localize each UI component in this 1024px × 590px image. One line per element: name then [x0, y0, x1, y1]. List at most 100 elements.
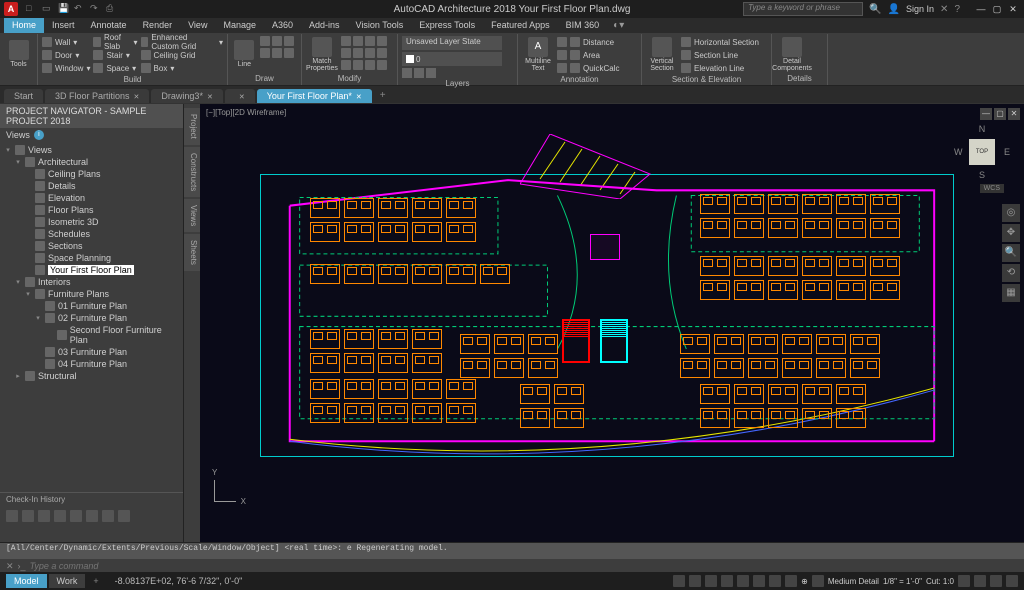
cut-plane[interactable]: Cut: 1:0 — [926, 577, 954, 586]
showmotion-icon[interactable]: ▦ — [1002, 284, 1020, 302]
match-properties-button[interactable]: Match Properties — [306, 36, 338, 72]
space-button[interactable]: Space ▾ — [93, 62, 137, 74]
steering-wheel-icon[interactable]: ◎ — [1002, 204, 1020, 222]
compass-w[interactable]: W — [954, 147, 963, 157]
nav-icon4[interactable] — [54, 510, 66, 522]
table-icon[interactable] — [557, 62, 567, 74]
layout-add-icon[interactable]: + — [87, 574, 104, 588]
fillet-icon[interactable] — [365, 48, 375, 58]
new-tab-icon[interactable]: + — [374, 88, 392, 103]
ellipse-icon[interactable] — [272, 48, 282, 58]
ceilinggrid-button[interactable]: Ceiling Grid — [141, 49, 223, 61]
tree-item[interactable]: 03 Furniture Plan — [4, 346, 179, 358]
gear-icon[interactable] — [958, 575, 970, 587]
erase-icon[interactable] — [377, 36, 387, 46]
ribbon-tab-visiontools[interactable]: Vision Tools — [348, 18, 412, 33]
tree-item[interactable]: ▾Furniture Plans — [4, 288, 179, 300]
pan-icon[interactable]: ✥ — [1002, 224, 1020, 242]
checkin-label[interactable]: Check-In History — [0, 493, 183, 506]
viewcube-face[interactable]: TOP — [969, 139, 995, 165]
file-tab-start[interactable]: Start — [4, 89, 43, 103]
roofslab-button[interactable]: Roof Slab ▾ — [93, 36, 137, 48]
tree-item[interactable]: ▾Architectural — [4, 156, 179, 168]
qat-undo-icon[interactable]: ↶ — [74, 3, 86, 15]
trim-icon[interactable] — [365, 36, 375, 46]
layer-icon1[interactable] — [402, 68, 412, 78]
close-icon[interactable]: ✕ — [207, 94, 213, 101]
anno-scale[interactable]: 1/8" = 1'-0" — [883, 577, 922, 586]
file-tab-2[interactable]: Drawing3*✕ — [151, 89, 222, 103]
help-search-input[interactable]: Type a keyword or phrase — [743, 2, 863, 16]
layer-dropdown[interactable]: 0 — [402, 52, 502, 66]
tree-item[interactable]: Sections — [4, 240, 179, 252]
side-tab-constructs[interactable]: Constructs — [184, 147, 200, 197]
wall-button[interactable]: Wall ▾ — [42, 36, 90, 48]
polyline-icon[interactable] — [260, 36, 270, 46]
array-icon[interactable] — [365, 60, 375, 70]
qat-save-icon[interactable]: 💾 — [58, 3, 70, 15]
stretch-icon[interactable] — [341, 60, 351, 70]
tree-item[interactable]: Second Floor Furniture Plan — [4, 324, 179, 346]
wcs-label[interactable]: WCS — [980, 184, 1004, 193]
lwt-icon[interactable] — [769, 575, 781, 587]
app-logo[interactable]: A — [4, 2, 18, 16]
copy-icon[interactable] — [341, 48, 351, 58]
hatch-icon[interactable] — [284, 48, 294, 58]
side-tab-views[interactable]: Views — [184, 199, 200, 232]
vp-minimize-icon[interactable]: — — [980, 108, 992, 120]
file-tab-active[interactable]: Your First Floor Plan*✕ — [257, 89, 372, 103]
tree-item[interactable]: Elevation — [4, 192, 179, 204]
compass-n[interactable]: N — [979, 124, 986, 134]
box-button[interactable]: Box ▾ — [141, 62, 223, 74]
ribbon-tab-home[interactable]: Home — [4, 18, 44, 33]
nav-icon1[interactable] — [6, 510, 18, 522]
compass-e[interactable]: E — [1004, 147, 1010, 157]
tools-button[interactable]: Tools — [4, 36, 33, 72]
qat-new-icon[interactable]: □ — [26, 3, 38, 15]
explode-icon[interactable] — [377, 48, 387, 58]
user-icon[interactable]: 👤 — [888, 4, 900, 15]
ribbon-tab-manage[interactable]: Manage — [215, 18, 264, 33]
qsave-icon[interactable] — [812, 575, 824, 587]
osnap-icon[interactable] — [737, 575, 749, 587]
tree-item[interactable]: 04 Furniture Plan — [4, 358, 179, 370]
zoom-icon[interactable]: 🔍 — [1002, 244, 1020, 262]
exchange-icon[interactable]: ✕ — [940, 4, 948, 15]
iso-icon[interactable] — [974, 575, 986, 587]
layerstate-dropdown[interactable]: Unsaved Layer State — [402, 36, 502, 50]
ribbon-tab-annotate[interactable]: Annotate — [83, 18, 135, 33]
tree-item[interactable]: ▾02 Furniture Plan — [4, 312, 179, 324]
close-icon[interactable]: ✕ — [356, 94, 362, 101]
info-icon[interactable]: i — [34, 130, 44, 140]
circle-icon[interactable] — [272, 36, 282, 46]
detail-level[interactable]: Medium Detail — [828, 577, 879, 586]
door-button[interactable]: Door ▾ — [42, 49, 90, 61]
layout-tab-work[interactable]: Work — [49, 574, 86, 588]
arc-icon[interactable] — [284, 36, 294, 46]
layer-icon2[interactable] — [414, 68, 424, 78]
area-button[interactable]: Area — [570, 49, 619, 61]
layout-tab-model[interactable]: Model — [6, 574, 47, 588]
nav-icon8[interactable] — [118, 510, 130, 522]
orbit-icon[interactable]: ⟲ — [1002, 264, 1020, 282]
tree-item[interactable]: Schedules — [4, 228, 179, 240]
tree-item[interactable]: Floor Plans — [4, 204, 179, 216]
horizontal-section-button[interactable]: Horizontal Section — [681, 36, 759, 48]
qat-open-icon[interactable]: ▭ — [42, 3, 54, 15]
distance-button[interactable]: Distance — [570, 36, 619, 48]
elevation-line-button[interactable]: Elevation Line — [681, 62, 759, 74]
grid-icon[interactable] — [673, 575, 685, 587]
search-icon[interactable]: 🔍 — [869, 4, 881, 15]
command-input[interactable] — [30, 561, 1018, 571]
ribbon-tab-a360[interactable]: A360 — [264, 18, 301, 33]
scale-icon[interactable] — [353, 60, 363, 70]
detail-components-button[interactable]: Detail Components — [776, 36, 808, 72]
file-tab-1[interactable]: 3D Floor Partitions✕ — [45, 89, 149, 103]
help-icon[interactable]: ? — [954, 4, 960, 15]
viewcube[interactable]: N E S W TOP — [954, 124, 1010, 180]
qat-print-icon[interactable]: ⎙ — [106, 3, 118, 15]
ribbon-tab-expresstools[interactable]: Express Tools — [411, 18, 483, 33]
rect-icon[interactable] — [260, 48, 270, 58]
window-button[interactable]: Window ▾ — [42, 62, 90, 74]
close-icon[interactable]: ✕ — [239, 94, 245, 101]
